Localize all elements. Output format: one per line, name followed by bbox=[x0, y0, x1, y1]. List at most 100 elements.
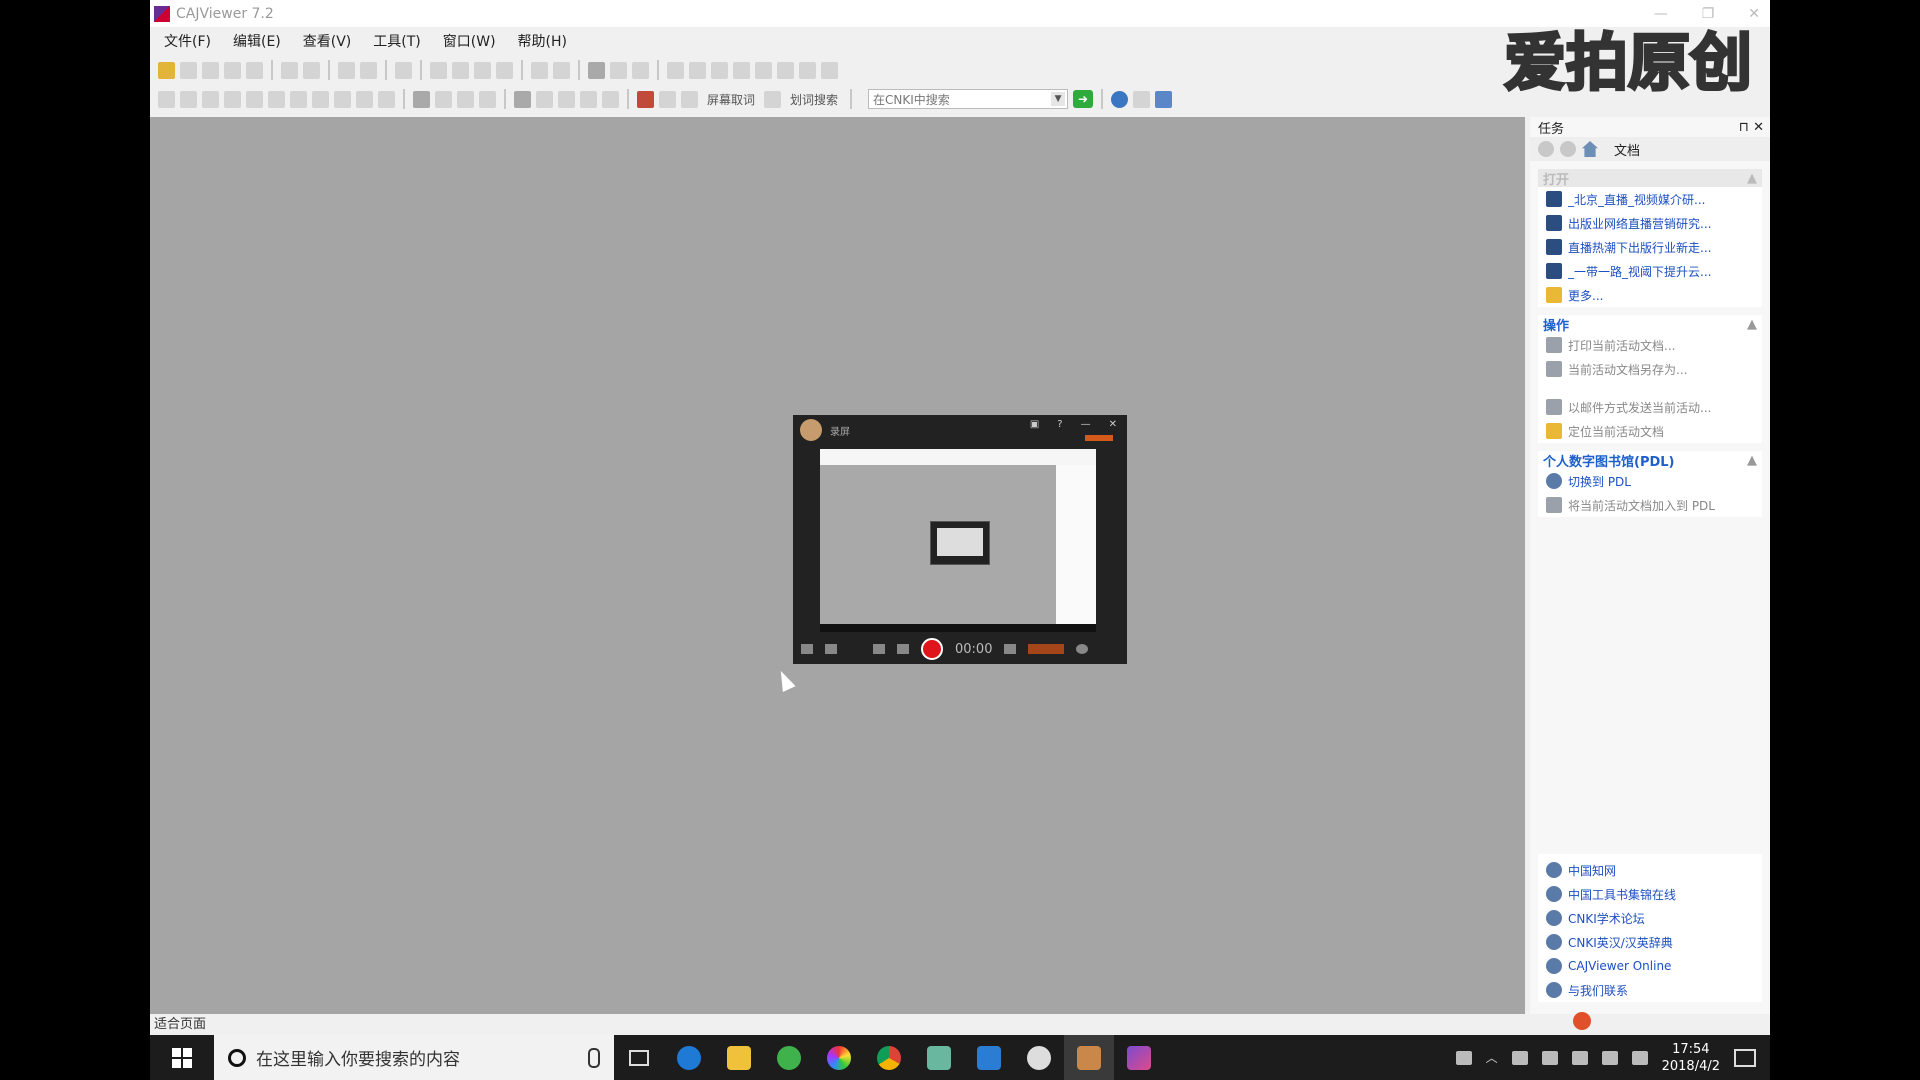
recent-file-item[interactable]: 直播热潮下出版行业新走... bbox=[1538, 235, 1762, 259]
rotate-right-icon[interactable] bbox=[632, 61, 649, 79]
hand-tool-icon[interactable] bbox=[158, 90, 175, 108]
refresh-icon[interactable] bbox=[290, 90, 307, 108]
region-icon[interactable] bbox=[897, 644, 909, 654]
first-page-icon[interactable] bbox=[430, 61, 447, 79]
list-icon[interactable] bbox=[1004, 644, 1017, 654]
more-files-link[interactable]: 更多... bbox=[1538, 283, 1762, 307]
people-icon[interactable] bbox=[1455, 1050, 1472, 1065]
windows-start-icon[interactable] bbox=[172, 1047, 192, 1068]
notes-app-icon[interactable] bbox=[914, 1035, 964, 1080]
save-icon[interactable] bbox=[180, 61, 197, 79]
print-document-item[interactable]: 打印当前活动文档... bbox=[1538, 333, 1762, 357]
zoom-icon[interactable] bbox=[755, 61, 772, 79]
record-button[interactable] bbox=[921, 638, 943, 660]
mic-icon[interactable] bbox=[801, 644, 813, 654]
about-icon[interactable] bbox=[1133, 90, 1151, 108]
diamond-icon[interactable] bbox=[659, 90, 676, 108]
thumbnail-icon[interactable] bbox=[821, 61, 838, 79]
network-icon[interactable] bbox=[1571, 1050, 1588, 1065]
star-icon[interactable] bbox=[536, 90, 553, 108]
find-icon[interactable] bbox=[588, 61, 605, 79]
pen-workspace-icon[interactable] bbox=[1631, 1050, 1648, 1065]
previous-page-icon[interactable] bbox=[452, 61, 469, 79]
word-icon[interactable] bbox=[964, 1035, 1014, 1080]
recent-file-item[interactable]: _北京_直播_视频媒介研... bbox=[1538, 187, 1762, 211]
text-select-icon[interactable] bbox=[202, 90, 219, 108]
battery-icon[interactable] bbox=[1541, 1050, 1558, 1065]
print-icon[interactable] bbox=[224, 61, 241, 79]
back-nav-icon[interactable] bbox=[1538, 141, 1554, 157]
cortana-icon[interactable] bbox=[228, 1048, 246, 1067]
recorder-settings-icon[interactable]: ▣ bbox=[1030, 419, 1039, 430]
link-cnki-forum[interactable]: CNKI学术论坛 bbox=[1538, 906, 1762, 930]
update-icon[interactable] bbox=[1155, 90, 1173, 108]
word-search-icon[interactable] bbox=[764, 90, 782, 108]
audio-icon[interactable] bbox=[479, 90, 496, 108]
forward-nav-icon[interactable] bbox=[1560, 141, 1576, 157]
back-icon[interactable] bbox=[531, 61, 548, 79]
highlight-icon[interactable] bbox=[334, 90, 351, 108]
link-contact-us[interactable]: 与我们联系 bbox=[1538, 978, 1762, 1002]
gear-icon[interactable] bbox=[1076, 644, 1089, 654]
locate-document-item[interactable]: 定位当前活动文档 bbox=[1538, 419, 1762, 443]
action-center-icon[interactable] bbox=[1734, 1048, 1756, 1067]
show-hidden-icons-icon[interactable]: ︿ bbox=[1486, 1049, 1498, 1066]
email-document-item[interactable]: 以邮件方式发送当前活动... bbox=[1538, 395, 1762, 419]
open-section-title[interactable]: 打开 ▲ bbox=[1538, 169, 1762, 188]
bookmark-icon[interactable] bbox=[514, 90, 531, 108]
chevron-down-icon[interactable]: ▼ bbox=[1051, 92, 1066, 106]
fit-width-icon[interactable] bbox=[733, 61, 750, 79]
shape-icon[interactable] bbox=[378, 90, 395, 108]
word-search-label[interactable]: 划词搜索 bbox=[790, 91, 838, 108]
search-go-icon[interactable]: ➜ bbox=[1073, 90, 1094, 108]
link-cnki[interactable]: 中国知网 bbox=[1538, 858, 1762, 882]
chrome-icon[interactable] bbox=[864, 1035, 914, 1080]
cnki-search-input[interactable]: 在CNKI中搜索 ▼ bbox=[868, 89, 1069, 109]
add-to-pdl-item[interactable]: 将当前活动文档加入到 PDL bbox=[1538, 493, 1762, 517]
close-pane-icon[interactable]: ✕ bbox=[1753, 120, 1764, 135]
forward-icon[interactable] bbox=[553, 61, 570, 79]
edge-icon[interactable] bbox=[664, 1035, 714, 1080]
paste-icon[interactable] bbox=[303, 61, 320, 79]
home-icon[interactable] bbox=[1582, 141, 1598, 157]
pen-icon[interactable] bbox=[312, 90, 329, 108]
copy-icon[interactable] bbox=[281, 61, 298, 79]
recorder-minimize-button[interactable]: — bbox=[1081, 419, 1091, 430]
menu-edit[interactable]: 编辑(E) bbox=[233, 31, 281, 51]
recorder-taskbar-icon[interactable] bbox=[1114, 1035, 1164, 1080]
menu-file[interactable]: 文件(F) bbox=[164, 31, 211, 51]
save-as-icon[interactable] bbox=[202, 61, 219, 79]
link-icon[interactable] bbox=[457, 90, 474, 108]
volume-icon[interactable] bbox=[1601, 1050, 1618, 1065]
layout-icon[interactable] bbox=[799, 61, 816, 79]
recent-file-item[interactable]: 出版业网络直播营销研究... bbox=[1538, 211, 1762, 235]
menu-view[interactable]: 查看(V) bbox=[303, 31, 352, 51]
cloud-icon[interactable] bbox=[1511, 1050, 1528, 1065]
taskbar-search-box[interactable]: 在这里输入你要搜索的内容 bbox=[214, 1035, 614, 1080]
link-cajviewer-online[interactable]: CAJViewer Online bbox=[1538, 954, 1762, 978]
help-icon[interactable] bbox=[1111, 90, 1129, 108]
avatar[interactable] bbox=[800, 419, 822, 441]
eraser-icon[interactable] bbox=[356, 90, 373, 108]
page-setup-icon[interactable] bbox=[395, 61, 412, 79]
taskbar-clock[interactable]: 17:54 2018/4/2 bbox=[1662, 1041, 1720, 1075]
menu-window[interactable]: 窗口(W) bbox=[443, 31, 496, 51]
stamp-icon[interactable] bbox=[435, 90, 452, 108]
browser-360-icon[interactable] bbox=[764, 1035, 814, 1080]
save-as-document-item[interactable]: 当前活动文档另存为... bbox=[1538, 357, 1762, 381]
recent-file-item[interactable]: _一带一路_视阈下提升云... bbox=[1538, 259, 1762, 283]
recorder-help-icon[interactable]: ? bbox=[1057, 419, 1062, 430]
facing-page-icon[interactable] bbox=[711, 61, 728, 79]
collapse-icon[interactable]: ▲ bbox=[1747, 171, 1757, 186]
single-page-icon[interactable] bbox=[667, 61, 684, 79]
select-tool-icon[interactable] bbox=[180, 90, 197, 108]
task-view-icon[interactable] bbox=[614, 1035, 664, 1080]
open-icon[interactable] bbox=[158, 61, 175, 79]
file-explorer-icon[interactable] bbox=[714, 1035, 764, 1080]
rotate-left-icon[interactable] bbox=[610, 61, 627, 79]
rotate-icon[interactable] bbox=[268, 90, 285, 108]
recorder-close-button[interactable]: ✕ bbox=[1109, 419, 1117, 430]
microphone-icon[interactable] bbox=[588, 1048, 600, 1068]
task-pane-dropdown[interactable]: 文档 bbox=[1614, 140, 1640, 159]
settings-gear-icon[interactable] bbox=[1014, 1035, 1064, 1080]
